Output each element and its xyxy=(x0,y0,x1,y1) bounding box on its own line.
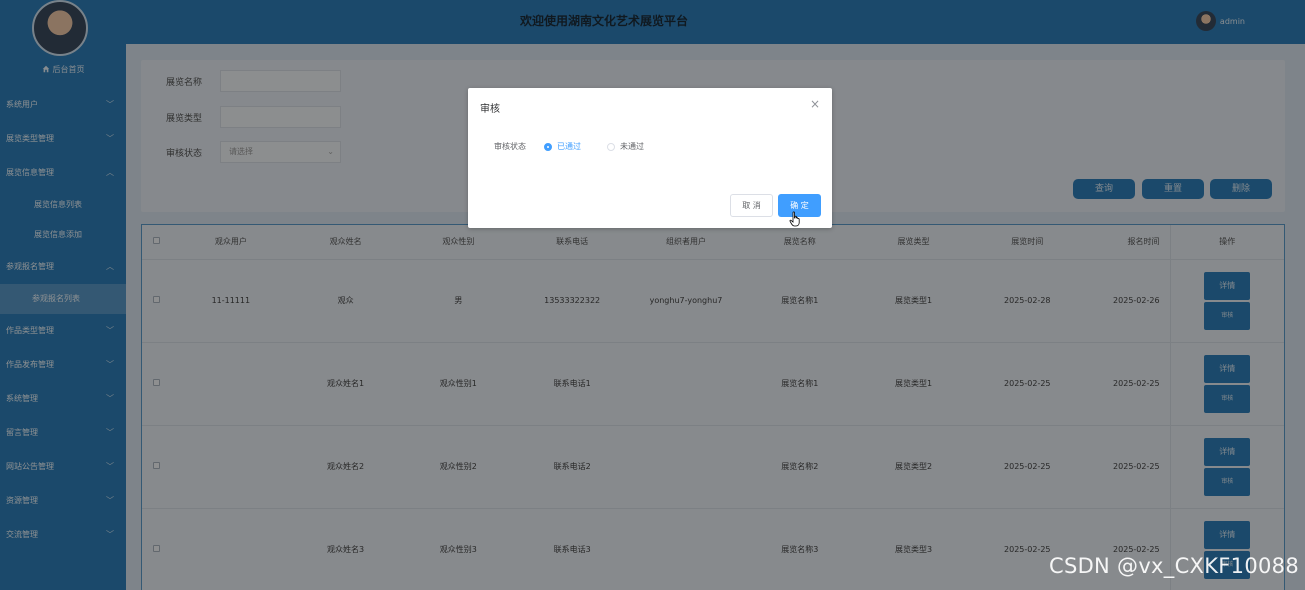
radio-unchecked-icon xyxy=(607,142,615,151)
close-icon[interactable]: × xyxy=(810,97,820,111)
review-status-label: 审核状态 xyxy=(494,142,526,151)
radio-approved-label: 已通过 xyxy=(557,142,581,151)
cancel-button[interactable]: 取 消 xyxy=(730,194,773,217)
review-status-field: 审核状态 已通过 未通过 xyxy=(494,141,670,152)
dialog-title: 审核 xyxy=(480,104,500,115)
radio-checked-icon xyxy=(544,142,552,151)
watermark: CSDN @vx_CXKF10088 xyxy=(1048,554,1299,578)
hand-pointer-icon xyxy=(789,211,800,227)
radio-approved[interactable]: 已通过 xyxy=(544,141,581,152)
radio-rejected[interactable]: 未通过 xyxy=(607,141,644,152)
review-dialog: 审核 × 审核状态 已通过 未通过 取 消 确 定 xyxy=(468,88,832,228)
radio-rejected-label: 未通过 xyxy=(620,142,644,151)
